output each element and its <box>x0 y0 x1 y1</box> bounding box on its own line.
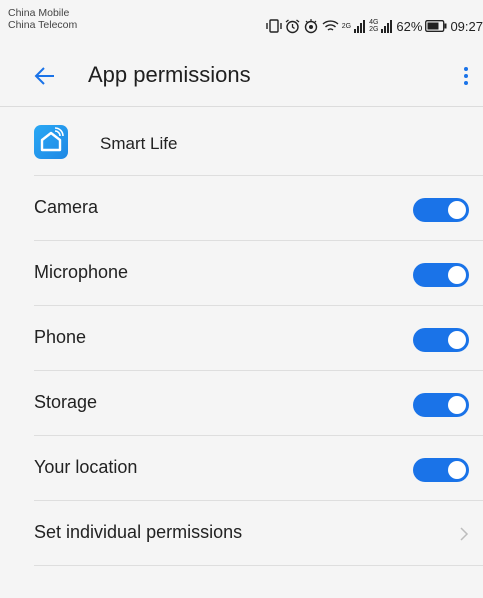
more-options-icon[interactable] <box>461 64 471 90</box>
permission-row-location[interactable]: Your location <box>0 436 483 500</box>
location-toggle[interactable] <box>413 458 469 482</box>
set-individual-permissions-label: Set individual permissions <box>34 522 243 542</box>
signal-1-type: 2G <box>341 22 352 30</box>
back-arrow-icon[interactable] <box>33 64 57 88</box>
camera-toggle[interactable] <box>413 198 469 222</box>
phone-toggle[interactable] <box>413 328 469 352</box>
signal-2-type-bottom: 2G <box>369 26 379 33</box>
carrier-info: China Mobile China Telecom <box>8 7 77 31</box>
permission-label: Phone <box>34 327 87 347</box>
app-name: Smart Life <box>100 134 178 153</box>
microphone-toggle[interactable] <box>413 263 469 287</box>
clock: 09:27 <box>450 18 483 34</box>
battery-icon <box>425 20 447 32</box>
permission-row-phone[interactable]: Phone <box>0 306 483 370</box>
carrier-name-2: China Telecom <box>8 19 78 31</box>
signal-2-label: 4G 2G <box>369 19 378 33</box>
permission-label: Your location <box>34 457 138 477</box>
carrier-name-1: China Mobile <box>8 7 70 19</box>
status-bar: China Mobile China Telecom 2G 4G 2G 62% … <box>0 0 483 46</box>
signal-1-label: 2G <box>342 23 351 30</box>
eye-comfort-icon <box>304 18 317 33</box>
app-bar: App permissions <box>0 46 483 107</box>
page-title: App permissions <box>88 62 251 87</box>
app-info-row: Smart Life <box>0 107 483 175</box>
permission-label: Storage <box>34 392 98 412</box>
permission-label: Microphone <box>34 262 129 282</box>
signal-strength-1-icon <box>354 20 366 33</box>
vibrate-icon <box>266 19 282 33</box>
home-wifi-icon <box>40 127 64 152</box>
permission-label: Camera <box>34 197 99 217</box>
storage-toggle[interactable] <box>413 393 469 417</box>
permission-row-microphone[interactable]: Microphone <box>0 241 483 305</box>
signal-2-type-top: 4G <box>369 19 379 26</box>
status-icons: 2G 4G 2G 62% 09:27 <box>266 18 483 34</box>
set-individual-permissions-row[interactable]: Set individual permissions <box>0 501 483 565</box>
divider <box>34 565 483 566</box>
permission-row-camera[interactable]: Camera <box>0 176 483 240</box>
permission-row-storage[interactable]: Storage <box>0 371 483 435</box>
chevron-right-icon <box>460 527 469 541</box>
smart-life-app-icon <box>34 125 68 159</box>
wifi-icon <box>322 20 339 31</box>
alarm-icon <box>285 18 300 33</box>
signal-strength-2-icon <box>381 20 393 33</box>
battery-percent: 62% <box>396 18 423 34</box>
